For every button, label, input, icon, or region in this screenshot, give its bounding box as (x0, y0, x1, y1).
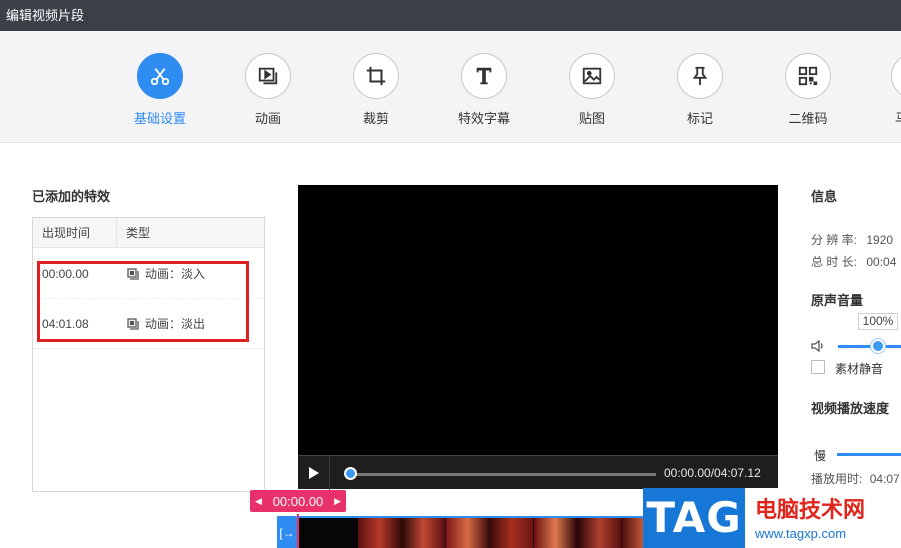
tool-crop[interactable]: 裁剪 (331, 53, 421, 127)
animation-icon (258, 67, 278, 85)
duration-value: 00:04 (866, 255, 897, 269)
current-time-flag[interactable]: ◀ 00:00.00 ▶ (250, 490, 346, 512)
info-title: 信息 (811, 189, 838, 204)
tool-mosaic[interactable]: 马 (871, 53, 901, 127)
crop-icon (366, 66, 386, 86)
watermark-url: www.tagxp.com (755, 526, 847, 541)
duration-label: 总 时 长: (811, 255, 858, 269)
resolution-label: 分 辨 率: (811, 233, 858, 247)
watermark-site-name: 电脑技术网 (755, 497, 866, 522)
window-title: 编辑视频片段 (0, 0, 901, 31)
set-start-icon[interactable]: [→ (277, 518, 297, 548)
tool-text-effects[interactable]: 特效字幕 (439, 53, 529, 127)
play-button[interactable] (298, 456, 330, 490)
text-icon (476, 67, 492, 85)
tool-label: 马 (871, 108, 901, 127)
tool-label: 标记 (686, 111, 713, 126)
volume-value: 100% (858, 313, 898, 330)
play-icon (308, 467, 319, 479)
tool-marker[interactable]: 标记 (655, 53, 745, 127)
watermark: TAG 电脑技术网 www.tagxp.com (643, 488, 901, 548)
speed-slider[interactable] (837, 453, 901, 456)
tool-animation[interactable]: 动画 (223, 53, 313, 127)
speed-slow-label: 慢 (814, 449, 827, 463)
duration-row: 总 时 长: 00:04 (811, 253, 896, 270)
resolution-value: 1920 (866, 233, 894, 247)
annotation-highlight-box (37, 261, 249, 342)
step-back-icon[interactable]: ◀ (255, 496, 262, 507)
pin-icon (692, 66, 708, 86)
current-time: 00:00.00 (272, 493, 324, 509)
qrcode-icon (798, 66, 818, 86)
tool-sticker[interactable]: 贴图 (547, 53, 637, 127)
effects-table-header: 出现时间 类型 (33, 218, 264, 248)
playhead[interactable] (297, 514, 299, 548)
playtime-label: 播放用时: (811, 472, 863, 486)
effects-title: 已添加的特效 (32, 189, 111, 204)
toolbar: 基础设置 动画 裁剪 特效字幕 贴图 标记 二维码 (0, 31, 901, 143)
tool-label: 特效字幕 (457, 111, 510, 126)
mute-checkbox[interactable] (811, 360, 825, 374)
tool-label: 动画 (254, 111, 281, 126)
mute-label: 素材静音 (835, 362, 884, 376)
tool-qrcode[interactable]: 二维码 (763, 53, 853, 127)
step-forward-icon[interactable]: ▶ (334, 496, 341, 507)
tool-label: 基础设置 (133, 111, 186, 126)
volume-slider[interactable] (838, 345, 901, 348)
volume-handle[interactable] (871, 339, 885, 353)
column-header-time: 出现时间 (33, 218, 117, 247)
player-timecode: 00:00.00/04:07.12 (664, 466, 761, 480)
playtime-value: 04:07 (869, 472, 900, 486)
seek-bar[interactable] (346, 473, 656, 476)
tool-label: 二维码 (788, 111, 828, 126)
seek-handle[interactable] (344, 467, 357, 480)
column-header-type: 类型 (126, 226, 151, 240)
video-preview[interactable] (298, 185, 778, 455)
scissors-icon (150, 68, 170, 86)
volume-title: 原声音量 (811, 293, 864, 308)
tool-label: 贴图 (578, 111, 605, 126)
playtime-row: 播放用时: 04:07 (811, 470, 900, 487)
player-controls: 00:00.00/04:07.12 (298, 455, 778, 490)
image-icon (582, 67, 602, 85)
tool-label: 裁剪 (362, 111, 389, 126)
speaker-icon[interactable] (811, 339, 825, 353)
watermark-logo: TAG (643, 488, 745, 548)
speed-title: 视频播放速度 (811, 401, 890, 416)
resolution-row: 分 辨 率: 1920 (811, 231, 893, 248)
effects-table: 出现时间 类型 00:00.00 动画：淡入 04:01.08 动画：淡出 (32, 217, 265, 492)
tool-basic-settings[interactable]: 基础设置 (115, 53, 205, 127)
